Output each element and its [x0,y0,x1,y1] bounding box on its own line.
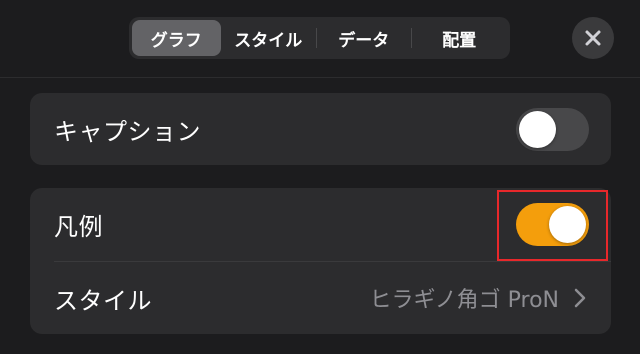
tab-chart-label: グラフ [150,30,202,51]
tab-style[interactable]: スタイル [221,20,316,56]
legend-label: 凡例 [54,213,103,241]
tab-arrange-label: 配置 [442,30,477,51]
legend-style-card: 凡例 スタイル ヒラギノ角ゴ ProN [30,188,611,334]
tab-style-label: スタイル [234,30,303,51]
tab-arrange[interactable]: 配置 [412,20,507,56]
style-value: ヒラギノ角ゴ ProN [369,288,559,313]
style-label: スタイル [54,286,152,315]
legend-toggle[interactable] [516,203,589,246]
chevron-right-icon [574,288,586,308]
top-bar: グラフ スタイル データ 配置 [0,0,640,78]
tab-chart[interactable]: グラフ [132,20,221,56]
style-row[interactable]: スタイル ヒラギノ角ゴ ProN [30,262,611,334]
close-icon [585,30,601,46]
legend-row: 凡例 [30,188,611,261]
tab-data[interactable]: データ [317,20,411,56]
toggle-knob [519,111,556,148]
toggle-knob [549,206,586,243]
close-button[interactable] [572,17,614,59]
caption-toggle[interactable] [516,108,589,151]
tab-data-label: データ [338,30,390,51]
caption-label: キャプション [54,117,201,146]
caption-card: キャプション [30,93,611,165]
tab-segmented-control: グラフ スタイル データ 配置 [129,17,510,59]
caption-row: キャプション [30,93,611,165]
